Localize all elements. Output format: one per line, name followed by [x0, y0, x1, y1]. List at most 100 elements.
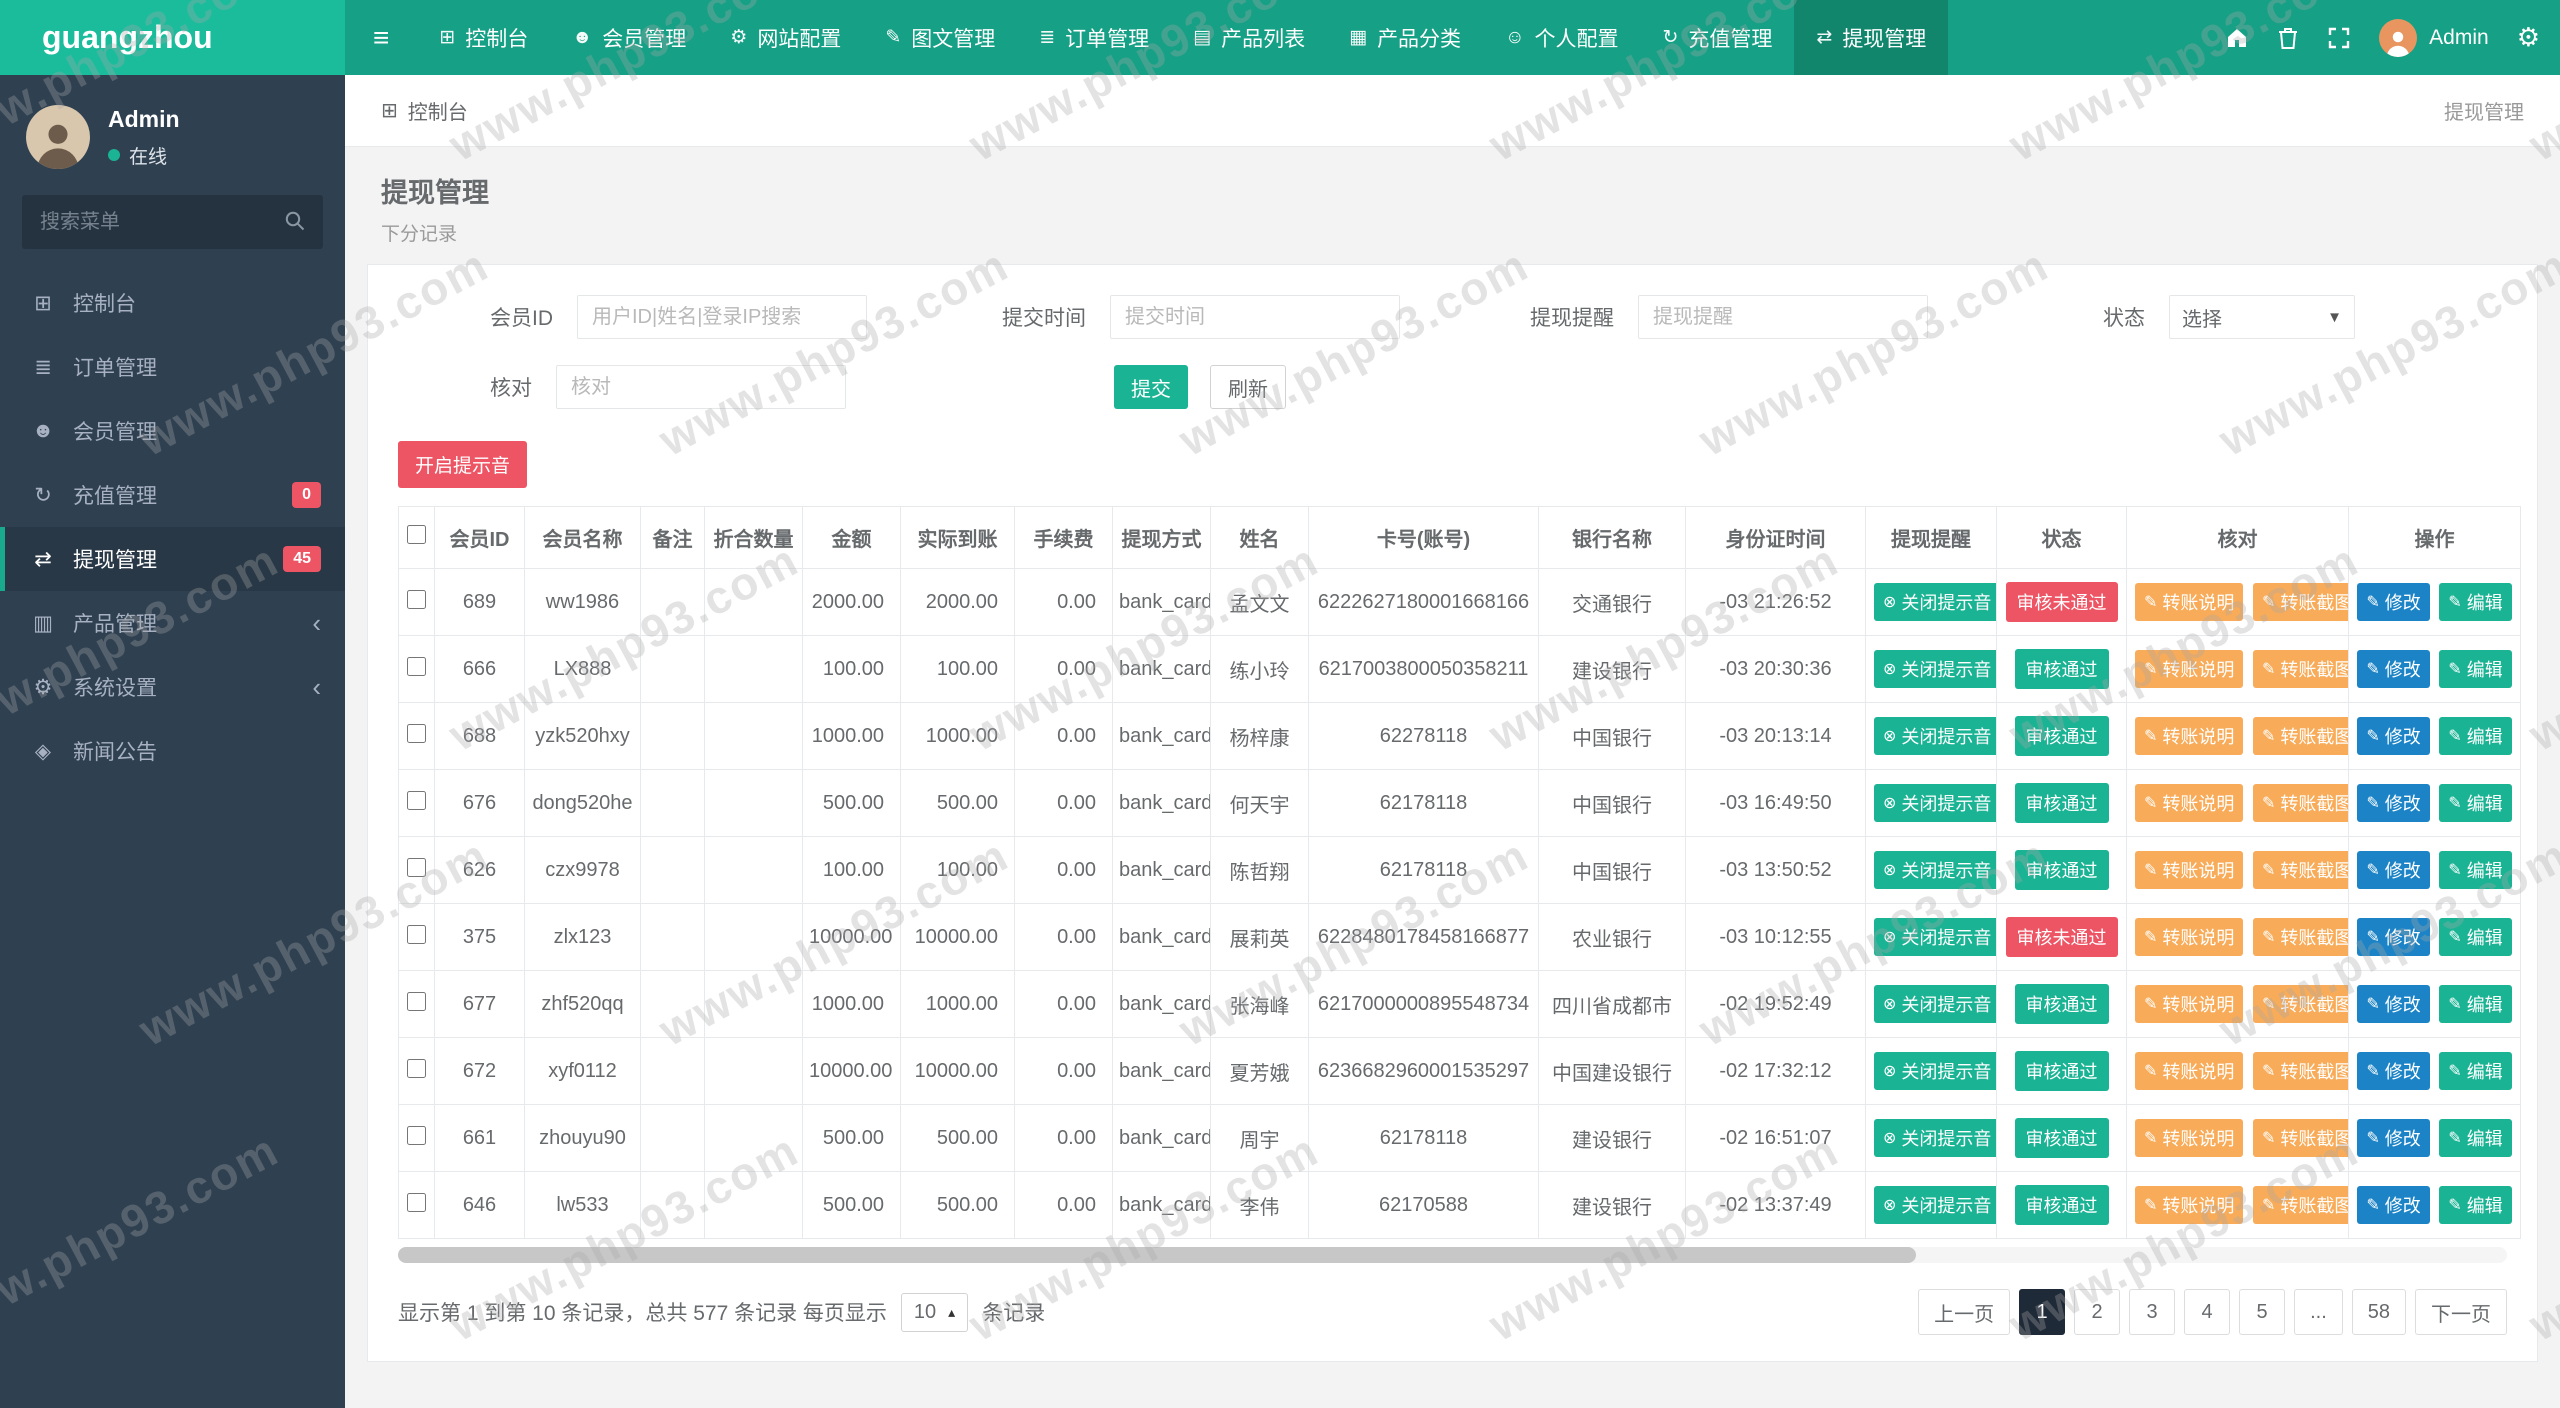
- pagination-button[interactable]: 5: [2239, 1289, 2286, 1335]
- transfer-note-button[interactable]: ✎ 转账说明: [2135, 717, 2244, 755]
- submit-time-input[interactable]: [1110, 295, 1400, 339]
- pagination-button[interactable]: 2: [2074, 1289, 2121, 1335]
- page-size-select[interactable]: 10 ▴: [900, 1292, 969, 1332]
- transfer-screenshot-button[interactable]: ✎ 转账截图: [2252, 583, 2348, 621]
- topnav-item[interactable]: ≣ 订单管理: [1017, 0, 1171, 75]
- pagination-button[interactable]: ...: [2294, 1289, 2343, 1335]
- edit-button[interactable]: ✎ 编辑: [2439, 985, 2512, 1023]
- transfer-screenshot-button[interactable]: ✎ 转账截图: [2252, 918, 2348, 956]
- modify-button[interactable]: ✎ 修改: [2357, 583, 2430, 621]
- transfer-note-button[interactable]: ✎ 转账说明: [2135, 851, 2244, 889]
- sidebar-item[interactable]: ☻ 会员管理: [0, 399, 345, 463]
- pagination-button[interactable]: 上一页: [1918, 1289, 2011, 1335]
- close-sound-button[interactable]: ⊗ 关闭提示音: [1874, 717, 1996, 755]
- horizontal-scrollbar[interactable]: [398, 1247, 2507, 1263]
- sidebar-item[interactable]: ⚙ 系统设置 ‹: [0, 655, 345, 719]
- home-button[interactable]: [2225, 26, 2249, 50]
- brand-logo[interactable]: guangzhou: [0, 0, 345, 75]
- close-sound-button[interactable]: ⊗ 关闭提示音: [1874, 851, 1996, 889]
- transfer-screenshot-button[interactable]: ✎ 转账截图: [2252, 985, 2348, 1023]
- transfer-note-button[interactable]: ✎ 转账说明: [2135, 784, 2244, 822]
- close-sound-button[interactable]: ⊗ 关闭提示音: [1874, 985, 1996, 1023]
- modify-button[interactable]: ✎ 修改: [2357, 851, 2430, 889]
- topnav-item[interactable]: ☺ 个人配置: [1483, 0, 1640, 75]
- search-icon[interactable]: [283, 209, 307, 238]
- transfer-screenshot-button[interactable]: ✎ 转账截图: [2252, 1119, 2348, 1157]
- topnav-item[interactable]: ⊞ 控制台: [417, 0, 550, 75]
- pagination-button[interactable]: 4: [2184, 1289, 2231, 1335]
- topnav-item[interactable]: ☻ 会员管理: [550, 0, 708, 75]
- edit-button[interactable]: ✎ 编辑: [2439, 1052, 2512, 1090]
- transfer-screenshot-button[interactable]: ✎ 转账截图: [2252, 717, 2348, 755]
- transfer-screenshot-button[interactable]: ✎ 转账截图: [2252, 650, 2348, 688]
- submit-button[interactable]: 提交: [1114, 365, 1188, 409]
- close-sound-button[interactable]: ⊗ 关闭提示音: [1874, 1119, 1996, 1157]
- pagination-button[interactable]: 下一页: [2415, 1289, 2507, 1335]
- transfer-screenshot-button[interactable]: ✎ 转账截图: [2252, 784, 2348, 822]
- transfer-note-button[interactable]: ✎ 转账说明: [2135, 985, 2244, 1023]
- modify-button[interactable]: ✎ 修改: [2357, 1052, 2430, 1090]
- edit-button[interactable]: ✎ 编辑: [2439, 583, 2512, 621]
- close-sound-button[interactable]: ⊗ 关闭提示音: [1874, 650, 1996, 688]
- sidebar-item[interactable]: ↻ 充值管理 0: [0, 463, 345, 527]
- member-id-input[interactable]: [577, 295, 867, 339]
- edit-button[interactable]: ✎ 编辑: [2439, 1186, 2512, 1224]
- row-checkbox[interactable]: [407, 1058, 426, 1078]
- topnav-item[interactable]: ▤ 产品列表: [1171, 0, 1327, 75]
- pagination-button[interactable]: 3: [2129, 1289, 2176, 1335]
- transfer-note-button[interactable]: ✎ 转账说明: [2135, 650, 2244, 688]
- topnav-item[interactable]: ↻ 充值管理: [1640, 0, 1794, 75]
- select-all-checkbox[interactable]: [407, 525, 426, 544]
- row-checkbox[interactable]: [407, 589, 426, 609]
- close-sound-button[interactable]: ⊗ 关闭提示音: [1874, 1186, 1996, 1224]
- modify-button[interactable]: ✎ 修改: [2357, 985, 2430, 1023]
- modify-button[interactable]: ✎ 修改: [2357, 784, 2430, 822]
- close-sound-button[interactable]: ⊗ 关闭提示音: [1874, 1052, 1996, 1090]
- modify-button[interactable]: ✎ 修改: [2357, 650, 2430, 688]
- sidebar-item[interactable]: ≣ 订单管理: [0, 335, 345, 399]
- trash-button[interactable]: [2277, 26, 2299, 50]
- refresh-button[interactable]: 刷新: [1210, 365, 1286, 409]
- topnav-item[interactable]: ⇄ 提现管理: [1794, 0, 1949, 75]
- check-input[interactable]: [556, 365, 846, 409]
- topnav-item[interactable]: ⚙ 网站配置: [708, 0, 863, 75]
- transfer-note-button[interactable]: ✎ 转账说明: [2135, 918, 2244, 956]
- pagination-button[interactable]: 58: [2351, 1289, 2406, 1335]
- fullscreen-button[interactable]: [2327, 26, 2351, 50]
- scrollbar-thumb[interactable]: [398, 1247, 1917, 1263]
- row-checkbox[interactable]: [407, 991, 426, 1011]
- enable-sound-button[interactable]: 开启提示音: [398, 441, 528, 488]
- edit-button[interactable]: ✎ 编辑: [2439, 784, 2512, 822]
- edit-button[interactable]: ✎ 编辑: [2439, 1119, 2512, 1157]
- close-sound-button[interactable]: ⊗ 关闭提示音: [1874, 583, 1996, 621]
- transfer-note-button[interactable]: ✎ 转账说明: [2135, 583, 2244, 621]
- row-checkbox[interactable]: [407, 1192, 426, 1212]
- edit-button[interactable]: ✎ 编辑: [2439, 851, 2512, 889]
- transfer-note-button[interactable]: ✎ 转账说明: [2135, 1052, 2244, 1090]
- transfer-screenshot-button[interactable]: ✎ 转账截图: [2252, 1052, 2348, 1090]
- edit-button[interactable]: ✎ 编辑: [2439, 918, 2512, 956]
- row-checkbox[interactable]: [407, 1125, 426, 1145]
- modify-button[interactable]: ✎ 修改: [2357, 918, 2430, 956]
- close-sound-button[interactable]: ⊗ 关闭提示音: [1874, 784, 1996, 822]
- transfer-note-button[interactable]: ✎ 转账说明: [2135, 1186, 2244, 1224]
- sidebar-item[interactable]: ▥ 产品管理 ‹: [0, 591, 345, 655]
- sidebar-item[interactable]: ⇄ 提现管理 45: [0, 527, 345, 591]
- sidebar-item[interactable]: ⊞ 控制台: [0, 271, 345, 335]
- topnav-item[interactable]: ✎ 图文管理: [863, 0, 1017, 75]
- status-select[interactable]: 选择 ▼: [2169, 295, 2355, 339]
- row-checkbox[interactable]: [407, 656, 426, 676]
- edit-button[interactable]: ✎ 编辑: [2439, 650, 2512, 688]
- topnav-item[interactable]: ▦ 产品分类: [1327, 0, 1483, 75]
- pagination-button[interactable]: 1: [2019, 1289, 2066, 1335]
- modify-button[interactable]: ✎ 修改: [2357, 1119, 2430, 1157]
- search-input[interactable]: [22, 195, 323, 249]
- settings-button[interactable]: ⚙: [2517, 22, 2540, 53]
- topnav-user[interactable]: Admin: [2379, 18, 2489, 57]
- sidebar-toggle-button[interactable]: ≡: [345, 0, 417, 75]
- transfer-screenshot-button[interactable]: ✎ 转账截图: [2252, 851, 2348, 889]
- modify-button[interactable]: ✎ 修改: [2357, 717, 2430, 755]
- close-sound-button[interactable]: ⊗ 关闭提示音: [1874, 918, 1996, 956]
- row-checkbox[interactable]: [407, 857, 426, 877]
- modify-button[interactable]: ✎ 修改: [2357, 1186, 2430, 1224]
